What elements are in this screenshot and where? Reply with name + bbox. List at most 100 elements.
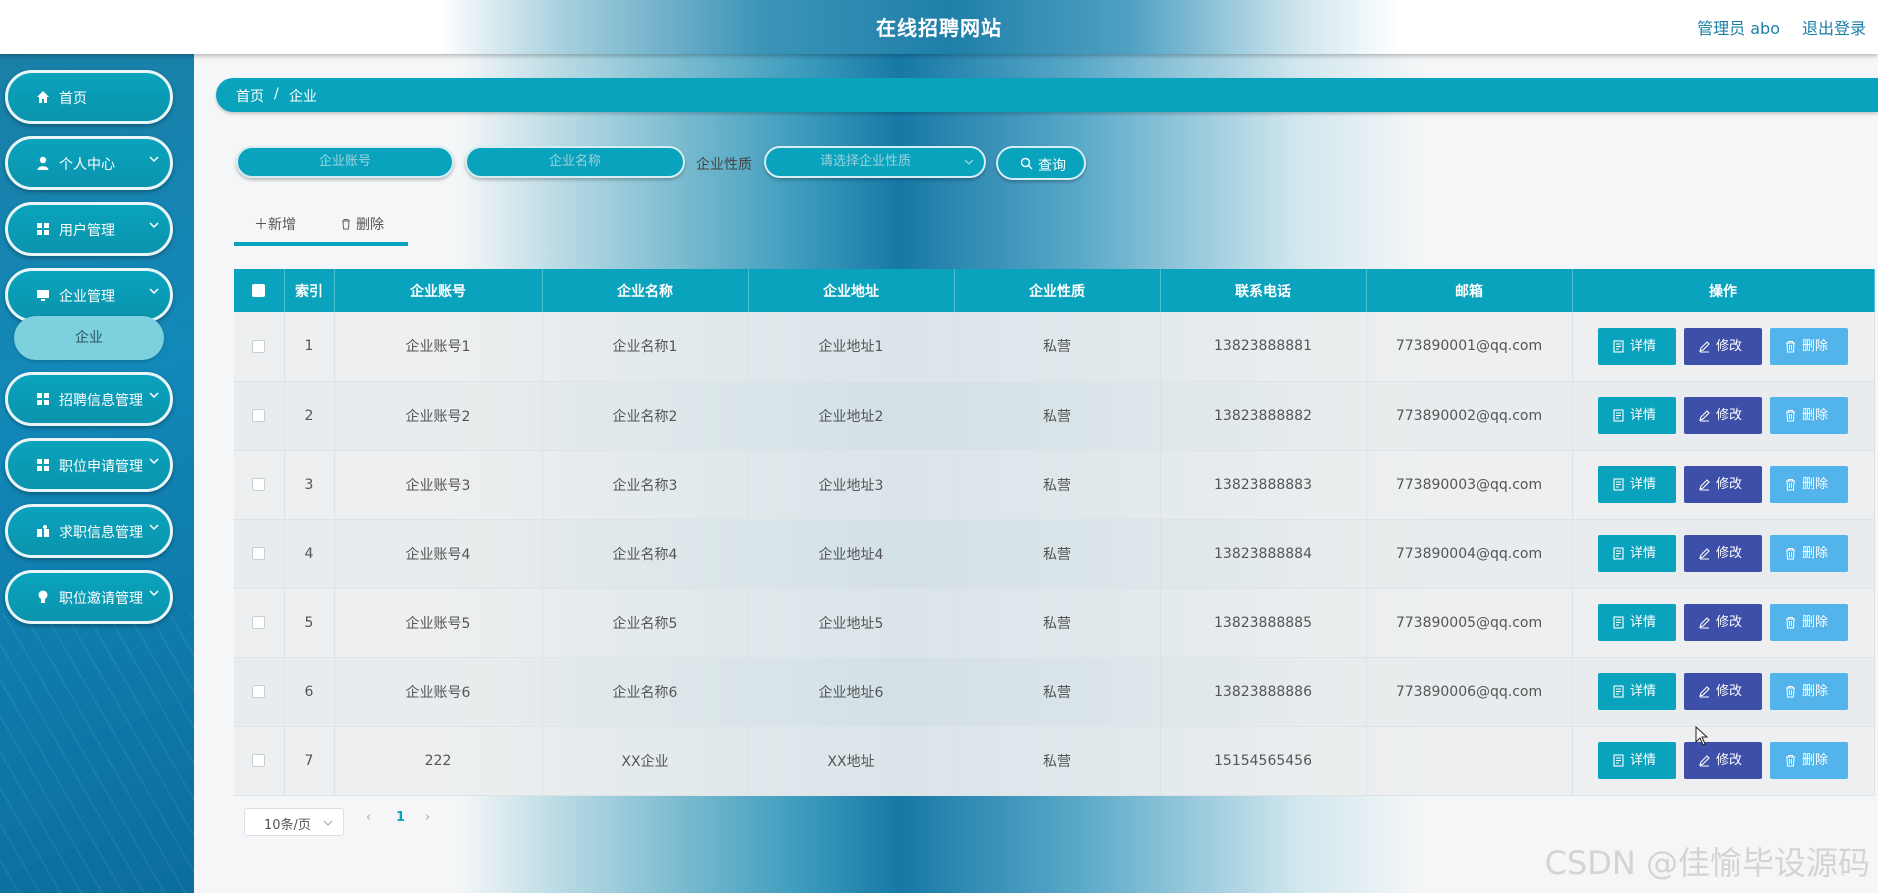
delete-button[interactable]: 删除	[1770, 742, 1848, 779]
delete-button[interactable]: 删除	[1770, 327, 1848, 365]
cell-phone: 13823888884	[1160, 519, 1367, 589]
cell-nature: 私营	[954, 381, 1161, 451]
sidebar-item-jobseeking[interactable]: 求职信息管理	[5, 504, 173, 558]
row-select-cell[interactable]	[234, 726, 285, 796]
detail-button[interactable]: 详情	[1598, 466, 1676, 503]
row-actions: 详情 修改 删除	[1572, 588, 1875, 658]
cell-account: 222	[334, 726, 543, 796]
edit-button[interactable]: 修改	[1684, 535, 1762, 572]
detail-button[interactable]: 详情	[1598, 327, 1676, 365]
chevron-down-icon	[323, 820, 333, 826]
page-size-select[interactable]: 10条/页	[244, 808, 344, 836]
sidebar-item-personal[interactable]: 个人中心	[5, 136, 173, 190]
detail-button-label: 详情	[1630, 546, 1657, 561]
sidebar-item-recruitment[interactable]: 招聘信息管理	[5, 372, 173, 426]
delete-button[interactable]: 删除	[1770, 535, 1848, 572]
logout-link[interactable]: 退出登录	[1802, 15, 1866, 39]
row-checkbox[interactable]	[252, 409, 266, 422]
chevron-down-icon	[149, 156, 159, 163]
row-actions: 详情 修改 删除	[1572, 450, 1875, 520]
select-all-checkbox[interactable]	[252, 284, 266, 297]
detail-button-label: 详情	[1630, 615, 1657, 630]
batch-delete-label: 删除	[356, 217, 384, 233]
delete-button[interactable]: 删除	[1770, 397, 1848, 434]
select-all-cell[interactable]	[234, 269, 285, 312]
row-checkbox[interactable]	[252, 754, 266, 767]
document-icon	[1613, 409, 1624, 422]
nature-select[interactable]: 请选择企业性质	[764, 146, 986, 178]
cell-index: 5	[284, 588, 335, 658]
sidebar-subitem-enterprise[interactable]: 企业	[14, 316, 164, 360]
enterprise-table: 索引 企业账号 企业名称 企业地址 企业性质 联系电话 邮箱 操作 1 企业账号1…	[234, 269, 1875, 796]
row-checkbox[interactable]	[252, 685, 266, 698]
breadcrumb-home[interactable]: 首页	[236, 86, 264, 106]
detail-button-label: 详情	[1630, 753, 1657, 768]
detail-button[interactable]: 详情	[1598, 397, 1676, 434]
column-header: 邮箱	[1366, 269, 1573, 312]
sidebar-item-invitations[interactable]: 职位邀请管理	[5, 570, 173, 624]
detail-button[interactable]: 详情	[1598, 742, 1676, 779]
row-select-cell[interactable]	[234, 519, 285, 589]
cell-email: 773890001@qq.com	[1366, 312, 1573, 382]
query-button[interactable]: 查询	[996, 146, 1086, 180]
delete-button[interactable]: 删除	[1770, 604, 1848, 641]
detail-button[interactable]: 详情	[1598, 604, 1676, 641]
delete-button-label: 删除	[1802, 477, 1829, 492]
trash-icon	[1786, 479, 1795, 491]
pencil-icon	[1699, 479, 1710, 491]
sidebar-item-home[interactable]: 首页	[5, 70, 173, 124]
delete-button[interactable]: 删除	[1770, 466, 1848, 503]
grid-icon	[37, 223, 49, 235]
row-checkbox[interactable]	[252, 547, 266, 560]
cell-address: XX地址	[748, 726, 955, 796]
cell-address: 企业地址2	[748, 381, 955, 451]
page-number[interactable]: 1	[396, 810, 405, 825]
detail-button[interactable]: 详情	[1598, 673, 1676, 710]
next-page-button[interactable]: ›	[425, 810, 430, 825]
delete-button-label: 删除	[1802, 753, 1829, 768]
table-row: 3 企业账号3 企业名称3 企业地址3 私营 13823888883 773890003@q…	[234, 450, 1875, 520]
row-checkbox[interactable]	[252, 339, 266, 353]
sidebar-item-enterprise[interactable]: 企业管理	[5, 268, 173, 322]
top-header: 在线招聘网站 管理员 abo 退出登录	[0, 0, 1878, 54]
trash-icon	[1786, 548, 1795, 560]
chevron-down-icon	[149, 458, 159, 465]
add-button[interactable]: ＋新增	[254, 214, 296, 234]
edit-button[interactable]: 修改	[1684, 673, 1762, 710]
row-select-cell[interactable]	[234, 381, 285, 451]
prev-page-button[interactable]: ‹	[366, 810, 371, 825]
chevron-down-icon	[149, 524, 159, 531]
sidebar-item-applications[interactable]: 职位申请管理	[5, 438, 173, 492]
batch-delete-button[interactable]: 删除	[340, 214, 384, 234]
row-select-cell[interactable]	[234, 588, 285, 658]
pencil-icon	[1699, 548, 1710, 560]
chevron-down-icon	[149, 392, 159, 399]
row-select-cell[interactable]	[234, 450, 285, 520]
bulb-icon	[38, 590, 48, 603]
pencil-icon	[1699, 340, 1710, 353]
table-row: 6 企业账号6 企业名称6 企业地址6 私营 13823888886 773890006@q…	[234, 657, 1875, 727]
cell-phone: 13823888883	[1160, 450, 1367, 520]
row-checkbox[interactable]	[252, 616, 266, 629]
row-select-cell[interactable]	[234, 312, 285, 382]
sidebar-item-users[interactable]: 用户管理	[5, 202, 173, 256]
pencil-icon	[1699, 755, 1710, 767]
detail-button[interactable]: 详情	[1598, 535, 1676, 572]
name-search-input[interactable]: 企业名称	[465, 146, 685, 178]
edit-button[interactable]: 修改	[1684, 327, 1762, 365]
edit-button[interactable]: 修改	[1684, 397, 1762, 434]
document-icon	[1613, 616, 1624, 629]
cell-name: 企业名称3	[542, 450, 749, 520]
row-actions: 详情 修改 删除	[1572, 657, 1875, 727]
account-search-input[interactable]: 企业账号	[236, 146, 454, 178]
column-header: 操作	[1572, 269, 1875, 312]
sidebar-item-label: 职位邀请管理	[59, 591, 143, 607]
edit-button[interactable]: 修改	[1684, 466, 1762, 503]
delete-button[interactable]: 删除	[1770, 673, 1848, 710]
nature-label: 企业性质	[696, 157, 752, 173]
cell-nature: 私营	[954, 450, 1161, 520]
trash-icon	[1786, 686, 1795, 698]
edit-button[interactable]: 修改	[1684, 604, 1762, 641]
row-select-cell[interactable]	[234, 657, 285, 727]
row-checkbox[interactable]	[252, 478, 266, 491]
